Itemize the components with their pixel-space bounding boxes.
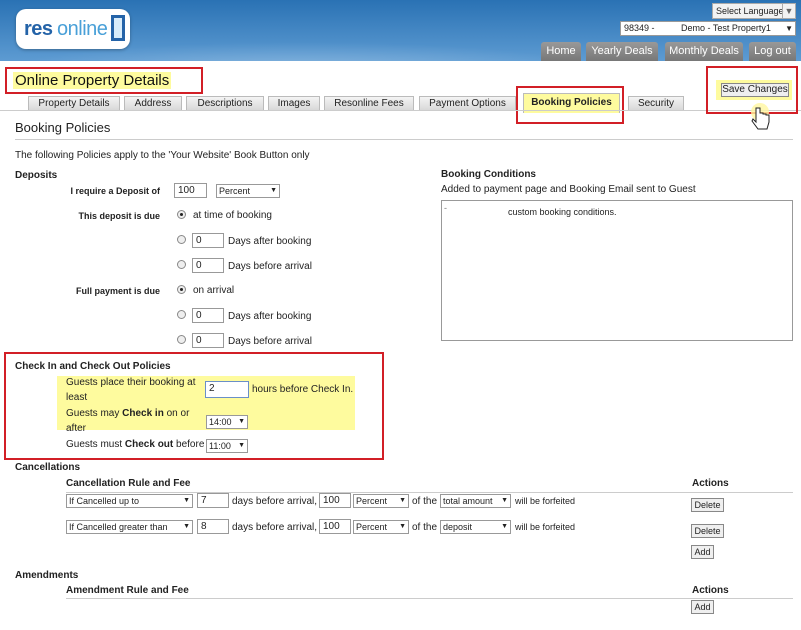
cancel-of-text: of the [412,496,438,507]
pointer-hand-icon [751,103,770,130]
nav-yearly-deals-button[interactable]: Yearly Deals [586,42,658,61]
annotation-box-checkin [4,352,384,460]
cancel-unit-select[interactable]: Percent ▼ [353,494,409,508]
annotation-box-title [5,67,203,94]
cancel-rule-select[interactable]: If Cancelled greater than ▼ [66,520,193,534]
deposit-unit-select[interactable]: Percent ▼ [216,184,280,198]
conditions-prefix: - [444,203,447,213]
cancel-fee-input[interactable]: 100 [319,493,351,508]
cancel-basis-select[interactable]: total amount ▼ [440,494,511,508]
tab-descriptions[interactable]: Descriptions [186,96,264,110]
logo-online-text: online [57,18,108,40]
cancel-unit-value: Percent [356,496,388,506]
property-select[interactable]: 98349 - Demo - Test Property1 ▼ [620,21,796,36]
tab-property-details[interactable]: Property Details [28,96,120,110]
radio-full-on-arrival[interactable] [177,285,186,294]
radio-deposit-days-before-arrival[interactable] [177,260,186,269]
cancel-unit-select[interactable]: Percent ▼ [353,520,409,534]
booking-conditions-textarea[interactable]: - custom booking conditions. [441,200,793,341]
section-title: Booking Policies [15,120,111,135]
intro-text: The following Policies apply to the 'You… [15,150,310,161]
cancel-basis-value: deposit [443,522,473,532]
full-days-before-arrival-label: Days before arrival [228,336,312,347]
tab-images[interactable]: Images [268,96,320,110]
days-before-arrival-label: Days before arrival [228,261,312,272]
tabs-divider [0,110,801,111]
chevron-down-icon: ▼ [785,24,793,33]
cancel-tail-text: will be forfeited [515,522,576,532]
chevron-down-icon: ▼ [782,4,795,18]
amendments-heading: Amendments [15,570,79,581]
chevron-down-icon: ▼ [183,497,190,504]
booking-conditions-heading: Booking Conditions [441,169,536,180]
deposit-due-label: This deposit is due [78,211,160,221]
radio-full-days-before-arrival[interactable] [177,335,186,344]
chevron-down-icon: ▼ [183,523,190,530]
tab-address[interactable]: Address [124,96,182,110]
conditions-text: custom booking conditions. [508,207,617,217]
add-amendment-button[interactable]: Add [691,600,714,614]
cancel-days-input[interactable]: 8 [197,519,229,534]
cancel-rule-value: If Cancelled greater than [69,522,168,532]
cancel-rule-select[interactable]: If Cancelled up to ▼ [66,494,193,508]
cancellation-actions-header: Actions [692,478,729,489]
cancel-unit-value: Percent [356,522,388,532]
nav-logout-button[interactable]: Log out [749,42,796,61]
chevron-down-icon: ▼ [501,497,508,504]
deposit-days-after-booking-input[interactable]: 0 [192,233,224,248]
nav-home-button[interactable]: Home [541,42,581,61]
amendment-rule-header: Amendment Rule and Fee [66,585,189,596]
full-days-after-booking-input[interactable]: 0 [192,308,224,323]
resonline-logo[interactable]: res online [16,9,130,49]
delete-button[interactable]: Delete [691,498,724,512]
days-after-booking-label: Days after booking [228,236,312,247]
chevron-down-icon: ▼ [399,497,406,504]
section-divider [15,139,793,140]
cancellation-header-divider [66,492,793,493]
full-days-before-arrival-input[interactable]: 0 [192,333,224,348]
property-name: Demo - Test Property1 [681,23,771,33]
cancel-days-text: days before arrival, [232,496,318,507]
deposit-amount-input[interactable]: 100 [174,183,207,198]
chevron-down-icon: ▼ [501,523,508,530]
booking-conditions-subtitle: Added to payment page and Booking Email … [441,184,696,195]
cancel-fee-input[interactable]: 100 [319,519,351,534]
deposit-require-label: I require a Deposit of [70,186,160,196]
cancellation-rule-header: Cancellation Rule and Fee [66,478,191,489]
annotation-box-tab [516,86,624,124]
radio-deposit-time-of-booking[interactable] [177,210,186,219]
tab-resonline-fees[interactable]: Resonline Fees [324,96,414,110]
opt-time-of-booking-label: at time of booking [193,210,272,221]
deposit-unit-value: Percent [219,186,251,196]
amendment-actions-header: Actions [692,585,729,596]
cancel-tail-text: will be forfeited [515,496,576,506]
full-days-after-booking-label: Days after booking [228,311,312,322]
chevron-down-icon: ▼ [399,523,406,530]
logo-res-text: res [24,18,53,40]
deposits-heading: Deposits [15,170,58,181]
radio-deposit-days-after-booking[interactable] [177,235,186,244]
amendment-header-divider [66,598,793,599]
radio-full-days-after-booking[interactable] [177,310,186,319]
property-id: 98349 - [624,23,655,33]
cancel-days-text: days before arrival, [232,522,318,533]
nav-monthly-deals-button[interactable]: Monthly Deals [665,42,743,61]
deposit-days-before-arrival-input[interactable]: 0 [192,258,224,273]
tab-payment-options[interactable]: Payment Options [419,96,516,110]
cancel-days-input[interactable]: 7 [197,493,229,508]
full-payment-label: Full payment is due [75,286,160,296]
language-select[interactable]: Select Language ▼ [712,3,796,19]
cancel-basis-value: total amount [443,496,493,506]
chevron-down-icon: ▼ [270,187,277,194]
logo-box-icon [111,15,125,41]
add-cancellation-button[interactable]: Add [691,545,714,559]
cancel-basis-select[interactable]: deposit ▼ [440,520,511,534]
cancel-rule-value: If Cancelled up to [69,496,140,506]
tab-security[interactable]: Security [628,96,684,110]
language-select-label: Select Language [716,6,784,16]
cancel-of-text: of the [412,522,438,533]
delete-button[interactable]: Delete [691,524,724,538]
cancellations-heading: Cancellations [15,462,81,473]
opt-on-arrival-label: on arrival [193,285,235,296]
